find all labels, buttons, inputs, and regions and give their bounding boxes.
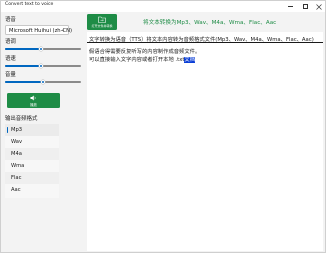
format-item-label: Wav (11, 139, 23, 146)
rate-slider[interactable] (5, 64, 81, 68)
pitch-label: 语调 (5, 39, 16, 45)
volume-slider[interactable] (5, 80, 81, 84)
speaker-play-icon (30, 95, 36, 101)
text-divider (87, 42, 323, 43)
maximize-icon (302, 4, 308, 9)
volume-slider-thumb[interactable] (41, 80, 45, 84)
format-item-m4a[interactable]: M4a (5, 148, 59, 160)
format-item-mp3[interactable]: Mp3 (5, 124, 59, 136)
format-item-label: Wma (11, 163, 25, 170)
window-title: Convert text to voice (5, 2, 54, 7)
folder-convert-icon (98, 16, 106, 23)
volume-slider-fill (5, 81, 43, 83)
convert-button-label: 打开文件并转换 (91, 24, 113, 28)
chevron-down-icon: ⌄ (60, 28, 65, 33)
close-button[interactable] (312, 1, 326, 12)
format-item-aac[interactable]: Aac (5, 184, 59, 196)
format-item-wma[interactable]: Wma (5, 160, 59, 172)
selected-text: 文档 (184, 57, 196, 63)
format-item-wav[interactable]: Wav (5, 136, 59, 148)
pitch-slider[interactable] (5, 47, 81, 51)
format-item-flac[interactable]: Flac (5, 172, 59, 184)
app-window: Convert text to voice 语音 Microsoft Huihu… (0, 0, 326, 253)
voice-select[interactable]: Microsoft Huihui (zh-CN) ⌄ (5, 25, 72, 35)
play-button[interactable]: 播放 (7, 93, 60, 108)
minimize-icon (287, 6, 293, 7)
format-item-label: M4a (11, 151, 22, 158)
play-button-label: 播放 (30, 103, 37, 107)
maximize-button[interactable] (298, 1, 312, 12)
format-list: Mp3 Wav M4a Wma Flac Aac (5, 124, 59, 198)
formats-label: 输出音频格式 (5, 116, 38, 122)
format-item-label: Flac (11, 175, 22, 182)
open-and-convert-button[interactable]: 打开文件并转换 (87, 14, 117, 30)
text-line-1: 假语合得需要反复听写的内容制作成音频文件。 (89, 49, 201, 55)
minimize-button[interactable] (283, 1, 297, 12)
format-item-label: Mp3 (11, 127, 23, 134)
close-icon (316, 3, 322, 10)
text-input-area[interactable] (87, 32, 323, 251)
title-bar: Convert text to voice (1, 1, 325, 12)
rate-label: 语速 (5, 56, 16, 62)
format-item-label: Aac (11, 187, 21, 194)
rate-slider-thumb[interactable] (38, 64, 43, 68)
pitch-slider-thumb[interactable] (38, 47, 43, 51)
text-line-2-prefix: 可以直接输入文字内容或者打开本地 .txt (89, 57, 185, 63)
selection-indicator (6, 127, 8, 133)
formats-headline: 将文本转换为Mp3、Wav、M4a、Wma、Flac、Aac (143, 20, 277, 26)
volume-label: 音量 (5, 72, 16, 78)
text-line-2: 可以直接输入文字内容或者打开本地 .txt文档 (89, 55, 196, 63)
pitch-slider-fill (5, 48, 41, 50)
voice-label: 语音 (5, 17, 16, 23)
rate-slider-fill (5, 65, 41, 67)
